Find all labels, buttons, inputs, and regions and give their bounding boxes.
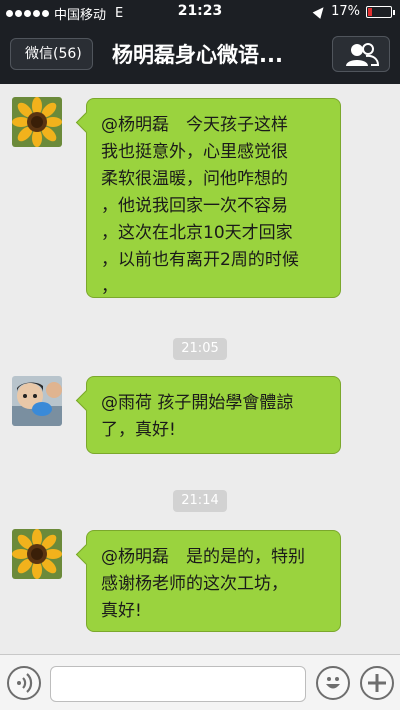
plus-icon	[368, 674, 386, 692]
battery-icon	[366, 5, 395, 18]
message-input-bar	[0, 654, 400, 710]
group-members-button[interactable]	[332, 36, 390, 72]
back-button[interactable]: 微信(56)	[10, 38, 93, 70]
emoji-button[interactable]	[316, 666, 350, 700]
battery-percent: 17%	[331, 4, 360, 19]
message-bubble[interactable]: @杨明磊 是的是的，特别 感谢杨老师的这次工坊， 真好!	[86, 530, 341, 632]
chat-title: 杨明磊身心微语...	[112, 43, 283, 67]
timestamp: 21:05	[173, 338, 227, 360]
sunflower-avatar[interactable]	[12, 97, 62, 147]
timestamp: 21:14	[173, 490, 227, 512]
people-icon	[346, 43, 380, 66]
message-text: @雨荷 孩子開始學會體諒 了，真好!	[101, 393, 294, 440]
status-bar: 中国移动 E 21:23 17%	[0, 0, 400, 24]
voice-toggle-button[interactable]	[7, 666, 41, 700]
message-bubble[interactable]: @雨荷 孩子開始學會體諒 了，真好!	[86, 376, 341, 454]
message-text: @杨明磊 是的是的，特别 感谢杨老师的这次工坊， 真好!	[101, 547, 305, 621]
voice-icon	[17, 673, 33, 693]
more-options-button[interactable]	[360, 666, 394, 700]
message-text: @杨明磊 今天孩子这样 我也挺意外，心里感觉很 柔软很温暖，问他咋想的 ，他说我…	[101, 115, 299, 297]
sunflower-avatar[interactable]	[12, 529, 62, 579]
status-right: 17%	[312, 4, 395, 19]
location-arrow-icon	[312, 4, 328, 19]
message-input[interactable]	[50, 666, 306, 702]
child-avatar[interactable]	[12, 376, 62, 426]
battery-level-fill	[368, 7, 372, 16]
nav-bar: 微信(56) 杨明磊身心微语...	[0, 24, 400, 84]
emoji-icon	[326, 677, 340, 689]
message-bubble[interactable]: @杨明磊 今天孩子这样 我也挺意外，心里感觉很 柔软很温暖，问他咋想的 ，他说我…	[86, 98, 341, 298]
